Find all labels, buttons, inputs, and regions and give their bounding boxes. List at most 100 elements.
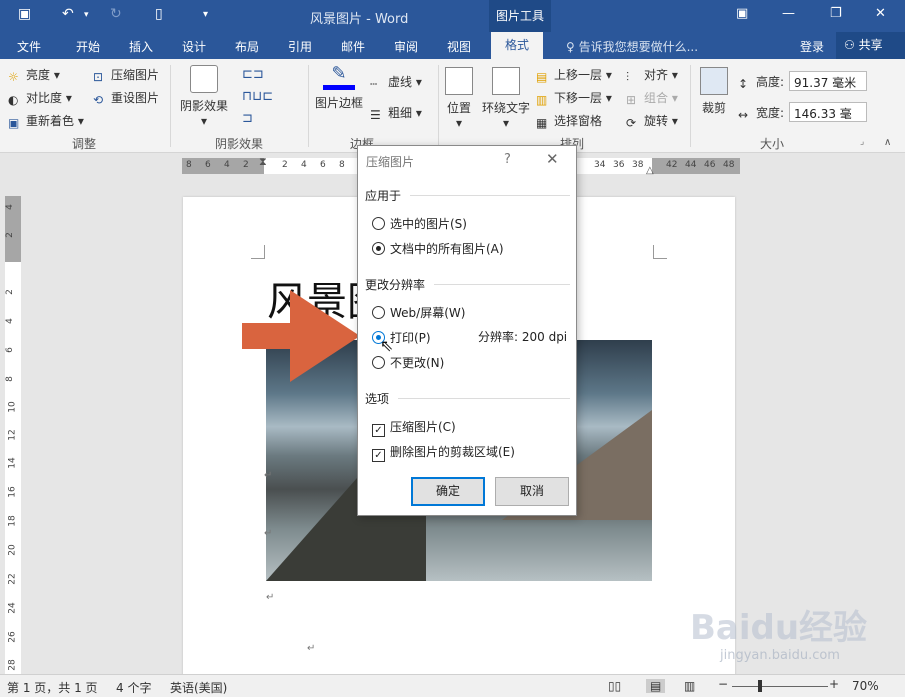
height-label: 高度: (756, 75, 785, 89)
position-button[interactable]: 位置 ▾ (442, 67, 476, 130)
baidu-watermark-url: jingyan.baidu.com (720, 648, 840, 663)
selection-pane-button[interactable]: ▦ 选择窗格 (536, 112, 602, 130)
shadow-effects-button[interactable]: 阴影效果 ▾ (176, 65, 232, 128)
customize-toolbar-icon[interactable]: ▾ (203, 9, 208, 20)
selection-pane-label: 选择窗格 (554, 114, 603, 128)
dashes-button[interactable]: ┄ 虚线 ▾ (370, 73, 422, 91)
vruler-tick: 18 (7, 515, 18, 527)
tab-design[interactable]: 设计 (182, 38, 206, 55)
restore-icon[interactable]: ❐ (830, 6, 842, 21)
checkbox-compress-label: 压缩图片(C) (390, 420, 456, 434)
cancel-button[interactable]: 取消 (495, 477, 569, 506)
align-label: 对齐 (644, 68, 669, 82)
read-mode-icon[interactable]: ▯▯ (608, 679, 621, 693)
dashes-label: 虚线 (388, 75, 413, 89)
radio-no-change[interactable]: 不更改(N) (372, 354, 444, 371)
contrast-icon: ◐ (8, 93, 19, 107)
ok-button[interactable]: 确定 (411, 477, 485, 506)
tell-me-box[interactable]: ♀ 告诉我您想要做什么... (566, 38, 698, 55)
bring-forward-button[interactable]: ▤ 上移一层 ▾ (536, 66, 612, 84)
tab-format[interactable]: 格式 (491, 32, 544, 59)
group-label-adjust: 调整 (72, 137, 97, 151)
weight-button[interactable]: ☰ 粗细 ▾ (370, 104, 422, 122)
radio-web-screen[interactable]: Web/屏幕(W) (372, 304, 465, 321)
close-icon[interactable]: ✕ (546, 150, 559, 168)
close-window-icon[interactable]: ✕ (875, 6, 886, 21)
zoom-slider[interactable] (732, 686, 828, 687)
indent-marker-icon[interactable]: ⧗ (259, 155, 267, 169)
word-count[interactable]: 4 个字 (116, 679, 151, 696)
collapse-ribbon-icon[interactable]: ∧ (884, 137, 891, 148)
save-icon[interactable]: ▣ (18, 6, 31, 22)
share-button[interactable]: ⚇ 共享 (836, 32, 905, 59)
zoom-in-icon[interactable]: + (829, 677, 839, 691)
ruler-tick: 44 (685, 160, 697, 170)
ruler-tick: 6 (205, 160, 211, 170)
undo-icon[interactable]: ↶ (62, 6, 74, 22)
ruler-tick: 46 (704, 160, 716, 170)
ribbon-display-icon[interactable]: ▣ (736, 6, 748, 21)
ruler-tick: 8 (186, 160, 192, 170)
radio-circle (372, 356, 385, 369)
tab-references[interactable]: 引用 (288, 38, 312, 55)
tab-review[interactable]: 审阅 (394, 38, 418, 55)
picture-border-label: 图片边框 (314, 96, 363, 110)
crop-button[interactable]: 裁剪 (697, 67, 731, 116)
wrap-text-icon (492, 67, 520, 95)
web-layout-icon[interactable]: ▥ (684, 679, 695, 693)
vruler-tick: 26 (7, 631, 18, 643)
tab-home[interactable]: 开始 (76, 38, 100, 55)
height-input[interactable]: 91.37 毫米 (789, 71, 867, 91)
ruler-left-margin (182, 158, 264, 174)
wrap-text-button[interactable]: 环绕文字 ▾ (479, 67, 533, 130)
tab-view[interactable]: 视图 (447, 38, 471, 55)
tab-insert[interactable]: 插入 (129, 38, 153, 55)
ribbon: ☼ 亮度 ▾ ◐ 对比度 ▾ ▣ 重新着色 ▾ ⊡ 压缩图片 ⟲ 重设图片 调整 阴影效果… (0, 59, 905, 153)
width-label: 宽度: (756, 106, 785, 120)
tab-file[interactable]: 文件 (17, 38, 41, 55)
help-icon[interactable]: ? (504, 152, 511, 167)
bring-forward-icon: ▤ (536, 70, 548, 84)
zoom-out-icon[interactable]: − (718, 677, 728, 691)
person-icon: ⚇ (844, 38, 859, 52)
checkmark-icon: ✓ (372, 449, 385, 462)
checkbox-delete-cropped[interactable]: ✓ 删除图片的剪裁区域(E) (372, 443, 515, 462)
new-document-icon[interactable]: ▯ (155, 6, 163, 22)
checkbox-compress-pictures[interactable]: ✓ 压缩图片(C) (372, 418, 456, 437)
rotate-button[interactable]: ⟳ 旋转 ▾ (626, 112, 678, 130)
compress-icon: ⊡ (93, 70, 104, 84)
zoom-level[interactable]: 70% (852, 679, 879, 693)
login-link[interactable]: 登录 (800, 38, 824, 55)
tab-mailings[interactable]: 邮件 (341, 38, 365, 55)
undo-dropdown-icon[interactable]: ▾ (84, 10, 89, 20)
minimize-icon[interactable]: — (782, 6, 795, 21)
radio-all-pictures-label: 文档中的所有图片(A) (390, 242, 504, 256)
ruler-tick: 6 (320, 160, 326, 170)
language-indicator[interactable]: 英语(美国) (170, 679, 227, 696)
contrast-button[interactable]: ◐ 对比度 ▾ (8, 89, 72, 107)
recolor-button[interactable]: ▣ 重新着色 ▾ (8, 112, 84, 130)
options-heading: 选项 (365, 392, 390, 406)
size-dialog-launcher-icon[interactable]: ⌟ (860, 137, 864, 147)
radio-selected-pictures[interactable]: 选中的图片(S) (372, 215, 467, 232)
page-count[interactable]: 第 1 页，共 1 页 (7, 679, 98, 696)
compress-pictures-button[interactable]: ⊡ 压缩图片 (93, 66, 159, 84)
vertical-ruler[interactable]: 4 2 2 4 6 8 10 12 14 16 18 20 22 24 26 2… (5, 196, 21, 676)
align-button[interactable]: ⫶ 对齐 ▾ (626, 66, 678, 84)
brightness-button[interactable]: ☼ 亮度 ▾ (8, 66, 60, 84)
send-backward-label: 下移一层 (554, 91, 603, 105)
paragraph-mark-icon: ↵ (264, 470, 273, 481)
zoom-slider-knob[interactable] (758, 680, 762, 692)
picture-border-button[interactable]: ✎ 图片边框 (313, 63, 365, 111)
redo-icon: ↻ (110, 6, 122, 22)
width-input[interactable]: 146.33 毫 (789, 102, 867, 122)
shadow-nudge-icons[interactable]: ⊏⊐ ⊓⊔⊏ ⊐ (242, 64, 273, 130)
right-indent-icon[interactable]: △ (646, 165, 654, 176)
reset-picture-button[interactable]: ⟲ 重设图片 (93, 89, 159, 107)
send-backward-button[interactable]: ▥ 下移一层 ▾ (536, 89, 612, 107)
reset-label: 重设图片 (111, 91, 160, 105)
bring-forward-label: 上移一层 (554, 68, 603, 82)
tab-layout[interactable]: 布局 (235, 38, 259, 55)
radio-all-pictures[interactable]: 文档中的所有图片(A) (372, 240, 504, 257)
print-layout-icon[interactable]: ▤ (646, 679, 666, 693)
